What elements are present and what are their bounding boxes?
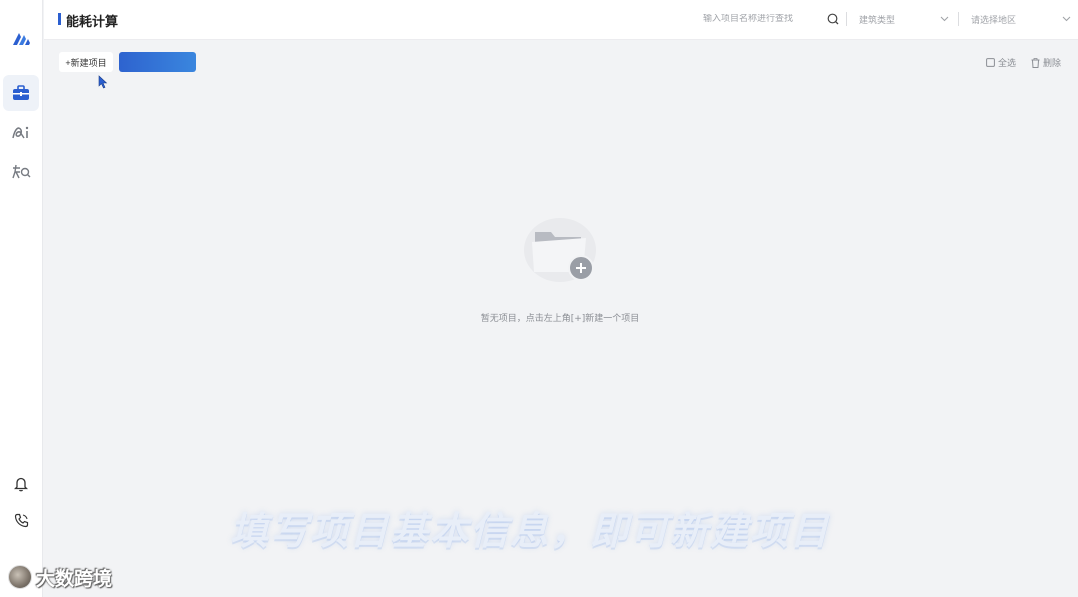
chevron-down-icon <box>1062 16 1071 22</box>
project-search[interactable] <box>703 7 848 31</box>
title-accent-bar <box>58 13 61 25</box>
empty-folder-icon <box>524 218 596 282</box>
rail-ai-button[interactable] <box>3 114 39 150</box>
brand-name: 大数跨境 <box>36 567 113 590</box>
header-divider <box>846 12 847 26</box>
rail-projects-button[interactable] <box>3 75 39 111</box>
header-divider <box>958 12 959 26</box>
ai-icon <box>12 126 29 139</box>
briefcase-icon <box>13 85 29 100</box>
region-placeholder: 请选择地区 <box>971 15 1017 26</box>
chevron-down-icon <box>940 16 949 22</box>
rail-knowledge-button[interactable] <box>3 154 39 190</box>
search-icon[interactable] <box>827 13 839 25</box>
search-input[interactable] <box>703 14 823 24</box>
app-logo[interactable] <box>11 29 31 47</box>
page-title: 能耗计算 <box>66 15 119 30</box>
new-project-button[interactable]: +新建项目 <box>59 52 113 72</box>
app-window: 能耗计算 建筑类型 请选择地区 +新建项目 <box>0 0 1078 597</box>
trash-icon <box>1031 57 1040 68</box>
delete-label: 删除 <box>1043 59 1062 69</box>
knowledge-icon <box>12 164 31 179</box>
rail-notifications-button[interactable] <box>3 466 39 502</box>
highlighted-button[interactable] <box>119 52 196 72</box>
building-type-placeholder: 建筑类型 <box>859 15 896 26</box>
brand-watermark: 大数跨境 <box>8 564 112 590</box>
building-type-select[interactable]: 建筑类型 <box>859 7 949 31</box>
checkbox-icon <box>986 58 995 67</box>
avatar <box>8 565 32 589</box>
mouse-cursor-icon <box>98 75 108 89</box>
rail-contact-button[interactable] <box>3 502 39 538</box>
phone-icon <box>14 513 28 527</box>
select-all-button[interactable]: 全选 <box>986 56 1016 69</box>
empty-state-message: 暂无项目，点击左上角[+]新建一个项目 <box>480 314 640 324</box>
region-select[interactable]: 请选择地区 <box>971 7 1071 31</box>
top-header: 能耗计算 建筑类型 请选择地区 <box>44 0 1078 40</box>
delete-button[interactable]: 删除 <box>1031 56 1061 69</box>
side-rail <box>0 0 43 597</box>
select-all-label: 全选 <box>998 59 1017 69</box>
bell-icon <box>14 477 28 492</box>
video-caption: 填写项目基本信息，即可新建项目 <box>229 509 830 553</box>
